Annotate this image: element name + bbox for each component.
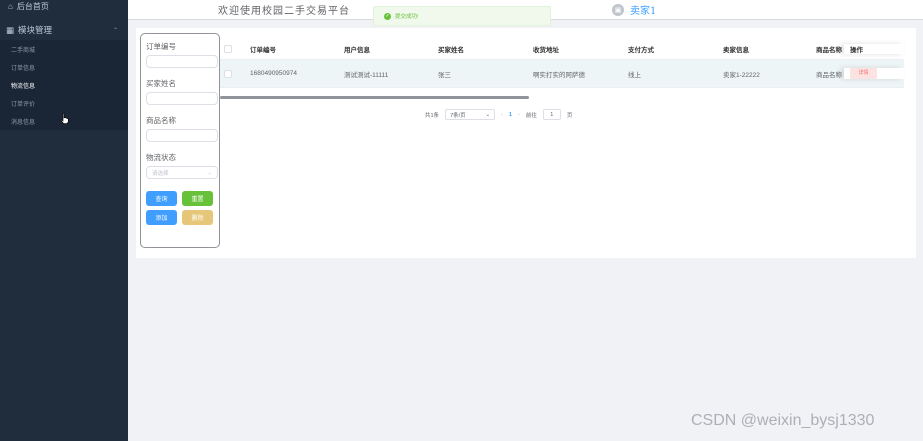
chevron-down-icon: ⌄	[207, 169, 212, 176]
username: 卖家1	[630, 6, 657, 17]
select-all-checkbox[interactable]	[224, 44, 232, 53]
delete-button[interactable]: 删除	[182, 210, 213, 225]
cell-payment: 线上	[628, 71, 641, 79]
buyer-name-input[interactable]	[146, 92, 218, 105]
cell-seller-info: 卖家1-22222	[723, 71, 760, 79]
sidebar-item-label: 订单信息	[11, 65, 36, 72]
page-size-value: 7条/页	[450, 112, 466, 119]
main-panel: 订单编号 买家姓名 商品名称 物流状态 请选择 ⌄ 查询 重置 添加 删除 订单…	[136, 28, 916, 258]
cell-order-no: 1680490950974	[250, 70, 297, 77]
avatar: ▣	[612, 3, 624, 16]
order-no-label: 订单编号	[146, 41, 176, 51]
cell-buyer-name: 张三	[438, 71, 451, 79]
hand-cursor-icon	[60, 113, 69, 124]
logistics-table: 订单编号 用户信息 买家姓名 收货地址 支付方式 卖家信息 商品名称 操作 16…	[220, 38, 904, 88]
column-header: 订单编号	[250, 46, 276, 54]
cell-address: 啊实打实的阿萨德	[533, 71, 585, 79]
reset-button[interactable]: 重置	[182, 191, 213, 206]
success-toast: ✓ 提交成功!	[373, 6, 551, 26]
column-header: 用户信息	[344, 46, 370, 54]
check-circle-icon: ✓	[384, 12, 391, 20]
detail-button[interactable]: 详情	[850, 68, 877, 79]
sidebar-item-order-info[interactable]: 订单信息	[0, 58, 128, 76]
pagination: 共1条 7条/页 ⌄ ‹ 1 › 前往 1 页	[425, 109, 572, 120]
goto-label: 前往	[525, 112, 537, 119]
sidebar-group-label: 模块管理	[18, 25, 53, 35]
page-suffix: 页	[566, 112, 573, 119]
table-horizontal-scrollbar[interactable]	[220, 96, 529, 99]
buyer-name-label: 买家姓名	[146, 78, 176, 88]
cell-user-info: 测试测试-11111	[344, 71, 389, 79]
add-button[interactable]: 添加	[146, 210, 177, 225]
table-header: 订单编号 用户信息 买家姓名 收货地址 支付方式 卖家信息 商品名称 操作	[220, 38, 904, 60]
sidebar-item-label: 订单评价	[11, 101, 36, 108]
column-header: 卖家信息	[723, 46, 749, 54]
sidebar-item-label: 物流信息	[11, 83, 36, 90]
goto-page-input[interactable]: 1	[542, 109, 561, 120]
order-no-input[interactable]	[146, 55, 218, 68]
logistics-status-label: 物流状态	[146, 152, 176, 162]
prev-page-icon[interactable]: ‹	[501, 112, 503, 118]
row-checkbox[interactable]	[224, 69, 232, 78]
sidebar-group-modules[interactable]: ▦ 模块管理 ⌃	[0, 20, 128, 40]
sidebar-item-label: 二手商城	[11, 47, 36, 54]
sidebar-item-secondhand-mall[interactable]: 二手商城	[0, 40, 128, 58]
user-menu[interactable]: ▣ 卖家1	[612, 2, 656, 17]
chevron-down-icon: ⌄	[485, 111, 491, 118]
sidebar-home[interactable]: ⌂ 后台首页	[0, 0, 128, 12]
toast-message: 提交成功!	[395, 14, 419, 20]
page-size-select[interactable]: 7条/页 ⌄	[445, 109, 496, 120]
column-header: 支付方式	[628, 46, 654, 54]
welcome-title: 欢迎使用校园二手交易平台	[218, 6, 350, 17]
logistics-status-select[interactable]: 请选择 ⌄	[146, 166, 218, 179]
query-button[interactable]: 查询	[146, 191, 177, 206]
sidebar-item-label: 消息信息	[11, 119, 36, 126]
select-placeholder: 请选择	[152, 170, 169, 177]
home-icon: ⌂	[8, 1, 13, 11]
sidebar-home-label: 后台首页	[16, 1, 49, 11]
sidebar-item-logistics-info[interactable]: 物流信息	[0, 76, 128, 94]
column-header: 收货地址	[533, 46, 559, 54]
column-header: 商品名称	[816, 46, 842, 54]
next-page-icon[interactable]: ›	[518, 112, 520, 118]
chevron-up-icon: ⌃	[112, 27, 118, 34]
product-name-label: 商品名称	[146, 115, 176, 125]
watermark: CSDN @weixin_bysj1330	[691, 412, 875, 429]
cell-product-name: 商品名称	[816, 71, 842, 79]
column-header: 买家姓名	[438, 46, 464, 54]
grid-icon: ▦	[6, 24, 15, 35]
page-number[interactable]: 1	[509, 112, 512, 118]
column-header: 操作	[844, 43, 904, 54]
cell-actions: 详情	[844, 68, 904, 79]
sidebar-item-order-review[interactable]: 订单评价	[0, 94, 128, 112]
table-row[interactable]: 1680490950974 测试测试-11111 张三 啊实打实的阿萨德 线上 …	[220, 60, 904, 88]
product-name-input[interactable]	[146, 129, 218, 142]
sidebar: ⌂ 后台首页 ▦ 模块管理 ⌃ 二手商城 订单信息 物流信息 订单评价 消息信息	[0, 0, 128, 441]
filter-panel: 订单编号 买家姓名 商品名称 物流状态 请选择 ⌄ 查询 重置 添加 删除	[140, 33, 220, 248]
pagination-total: 共1条	[425, 112, 440, 119]
